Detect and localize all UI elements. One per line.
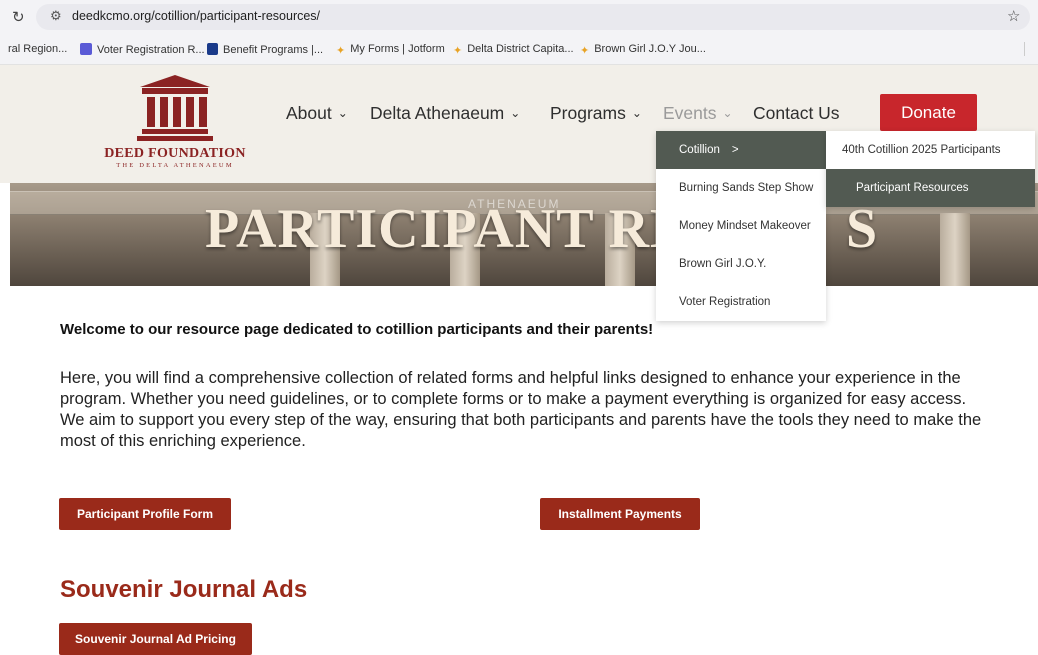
donate-button[interactable]: Donate — [880, 94, 977, 131]
reload-icon[interactable]: ↻ — [12, 8, 25, 26]
nav-contact-us[interactable]: Contact Us — [753, 103, 840, 124]
menu-item-brown-girl-joy[interactable]: Brown Girl J.O.Y. — [656, 245, 826, 283]
bookmark-item[interactable]: ✦ Delta District Capita... — [453, 43, 574, 57]
participant-profile-form-button[interactable]: Participant Profile Form — [59, 498, 231, 530]
cotillion-submenu: 40th Cotillion 2025 Participants Partici… — [826, 131, 1035, 207]
menu-item-burning-sands[interactable]: Burning Sands Step Show — [656, 169, 826, 207]
bookmark-item[interactable]: Benefit Programs |... — [207, 43, 323, 56]
chevron-down-icon: ⌄ — [722, 106, 733, 120]
events-dropdown: Cotillion > Burning Sands Step Show Money… — [656, 131, 826, 321]
chevron-right-icon: > — [731, 144, 739, 156]
site-info-icon[interactable]: ⚙ — [50, 8, 62, 24]
bookmarks-divider — [1024, 42, 1025, 56]
chevron-down-icon: ⌄ — [337, 106, 348, 120]
url-text[interactable]: deedkcmo.org/cotillion/participant-resou… — [72, 9, 320, 23]
souvenir-heading: Souvenir Journal Ads — [60, 576, 308, 603]
menu-item-cotillion[interactable]: Cotillion > — [656, 131, 826, 169]
browser-toolbar: ↻ ⚙ deedkcmo.org/cotillion/participant-r… — [0, 0, 1038, 34]
bookmark-item[interactable]: Voter Registration R... — [80, 43, 205, 56]
menu-item-money-mindset[interactable]: Money Mindset Makeover — [656, 207, 826, 245]
chevron-down-icon: ⌄ — [631, 106, 642, 120]
chevron-down-icon: ⌄ — [510, 106, 521, 120]
bookmark-item[interactable]: ✦ Brown Girl J.O.Y Jou... — [580, 43, 706, 57]
bookmark-favicon-icon — [207, 43, 218, 55]
jotform-icon: ✦ — [453, 45, 463, 57]
bookmarks-bar: ral Region... Voter Registration R... Be… — [0, 34, 1038, 65]
welcome-heading: Welcome to our resource page dedicated t… — [60, 321, 654, 338]
submenu-item-participant-resources[interactable]: Participant Resources — [826, 169, 1035, 207]
jotform-icon: ✦ — [336, 45, 346, 57]
menu-item-voter-registration[interactable]: Voter Registration — [656, 283, 826, 321]
souvenir-ad-pricing-button[interactable]: Souvenir Journal Ad Pricing — [59, 623, 252, 655]
column — [940, 213, 970, 286]
intro-paragraph: Here, you will find a comprehensive coll… — [60, 369, 982, 450]
brand-tagline: THE DELTA ATHENAEUM — [116, 162, 234, 169]
nav-events[interactable]: Events ⌄ — [663, 103, 733, 124]
bookmark-item[interactable]: ✦ My Forms | Jotform — [336, 43, 445, 57]
hero-title: PARTICIPANT RES — [205, 198, 721, 260]
brand-name: DEED FOUNDATION — [104, 146, 246, 161]
nav-delta-athenaeum[interactable]: Delta Athenaeum ⌄ — [370, 103, 520, 124]
nav-programs[interactable]: Programs ⌄ — [550, 103, 642, 124]
temple-icon — [137, 75, 213, 141]
jotform-icon: ✦ — [580, 45, 590, 57]
installment-payments-button[interactable]: Installment Payments — [540, 498, 700, 530]
form-icon — [80, 43, 92, 55]
nav-about[interactable]: About ⌄ — [286, 103, 348, 124]
submenu-item-participants[interactable]: 40th Cotillion 2025 Participants — [826, 131, 1035, 169]
bookmark-item[interactable]: ral Region... — [8, 43, 67, 55]
bookmark-star-icon[interactable]: ☆ — [1007, 7, 1020, 25]
site-logo[interactable]: DEED FOUNDATION THE DELTA ATHENAEUM — [95, 73, 255, 173]
